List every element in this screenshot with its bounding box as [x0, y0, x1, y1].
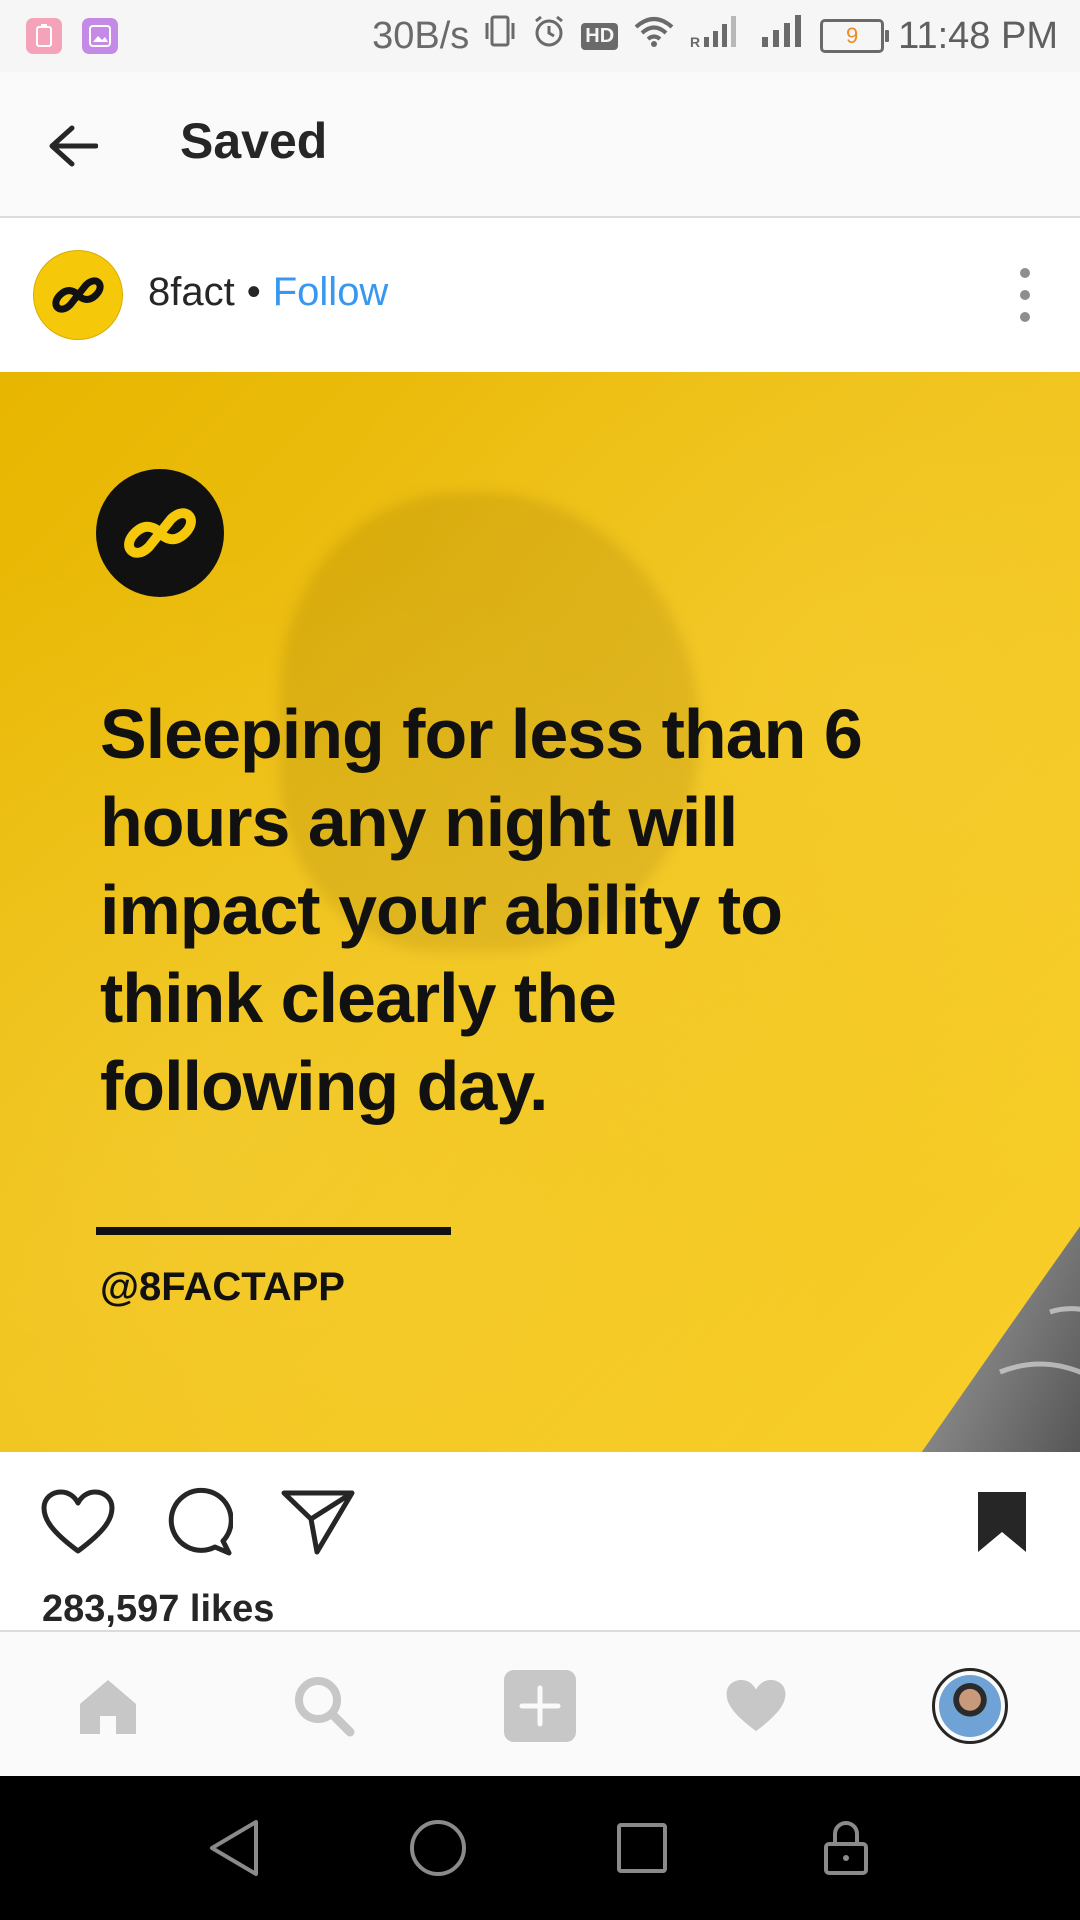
- battery-icon: 9: [820, 19, 890, 53]
- more-vertical-icon: [1020, 268, 1030, 278]
- wifi-icon: [632, 13, 676, 59]
- circle-home-icon: [410, 1820, 466, 1876]
- system-recents-button[interactable]: [610, 1816, 674, 1880]
- tab-search[interactable]: [286, 1668, 362, 1744]
- top-nav: Saved: [0, 72, 1080, 218]
- share-button[interactable]: [280, 1484, 356, 1560]
- status-bar: 30B/s HD R 9 11:48 PM: [0, 0, 1080, 72]
- hd-badge: HD: [581, 22, 619, 50]
- comment-icon: [168, 1487, 233, 1556]
- system-navigation-bar: [0, 1776, 1080, 1920]
- bottom-tab-bar: [0, 1630, 1080, 1778]
- page-title: Saved: [180, 113, 328, 169]
- arrow-left-icon: [49, 125, 98, 167]
- home-icon: [80, 1680, 136, 1734]
- post-author-line: 8fact • Follow: [148, 270, 388, 315]
- svg-text:R: R: [690, 34, 700, 49]
- separator-dot: •: [246, 270, 261, 314]
- post-image[interactable]: Sleeping for less than 6 hours any night…: [0, 372, 1080, 1452]
- add-post-icon: [504, 1670, 576, 1742]
- post-username[interactable]: 8fact: [148, 270, 235, 315]
- signal-roaming-icon: R: [690, 13, 746, 59]
- save-button[interactable]: [964, 1484, 1040, 1560]
- tab-home[interactable]: [70, 1668, 146, 1744]
- search-icon: [295, 1677, 355, 1737]
- gallery-app-icon: [82, 18, 118, 54]
- send-icon: [281, 1490, 355, 1555]
- profile-avatar: [939, 1675, 1001, 1737]
- tab-profile[interactable]: [932, 1668, 1008, 1744]
- network-speed: 30B/s: [372, 14, 470, 57]
- image-handle: @8FACTAPP: [100, 1265, 345, 1309]
- alarm-icon: [531, 13, 567, 59]
- tab-activity[interactable]: [718, 1668, 794, 1744]
- fact-text: Sleeping for less than 6 hours any night…: [100, 695, 863, 1125]
- heart-filled-icon: [726, 1680, 786, 1732]
- 8fact-logo-icon: [124, 508, 196, 558]
- clock: 11:48 PM: [898, 14, 1058, 57]
- more-options-button[interactable]: [1010, 268, 1040, 322]
- heart-outline-icon: [41, 1489, 115, 1554]
- system-lock-button[interactable]: [814, 1816, 878, 1880]
- post-header: 8fact • Follow: [0, 218, 1080, 370]
- 8fact-logo-icon: [52, 277, 104, 313]
- 8fact-brand-logo: [96, 469, 224, 597]
- post-author-avatar[interactable]: [33, 250, 123, 340]
- signal-icon: [760, 13, 806, 59]
- comment-button[interactable]: [160, 1484, 236, 1560]
- divider-line: [96, 1227, 451, 1235]
- vibrate-icon: [483, 13, 517, 59]
- back-button[interactable]: [42, 116, 102, 176]
- square-recents-icon: [617, 1823, 667, 1873]
- bookmark-filled-icon: [978, 1492, 1026, 1552]
- triangle-back-icon: [210, 1820, 258, 1876]
- like-button[interactable]: [40, 1484, 116, 1560]
- follow-button[interactable]: Follow: [273, 270, 389, 315]
- lock-icon: [824, 1821, 868, 1875]
- battery-saver-app-icon: [26, 18, 62, 54]
- likes-count[interactable]: 283,597 likes: [42, 1588, 274, 1631]
- tab-new-post[interactable]: [502, 1668, 578, 1744]
- system-home-button[interactable]: [406, 1816, 470, 1880]
- system-back-button[interactable]: [202, 1816, 266, 1880]
- post-actions: [0, 1452, 1080, 1582]
